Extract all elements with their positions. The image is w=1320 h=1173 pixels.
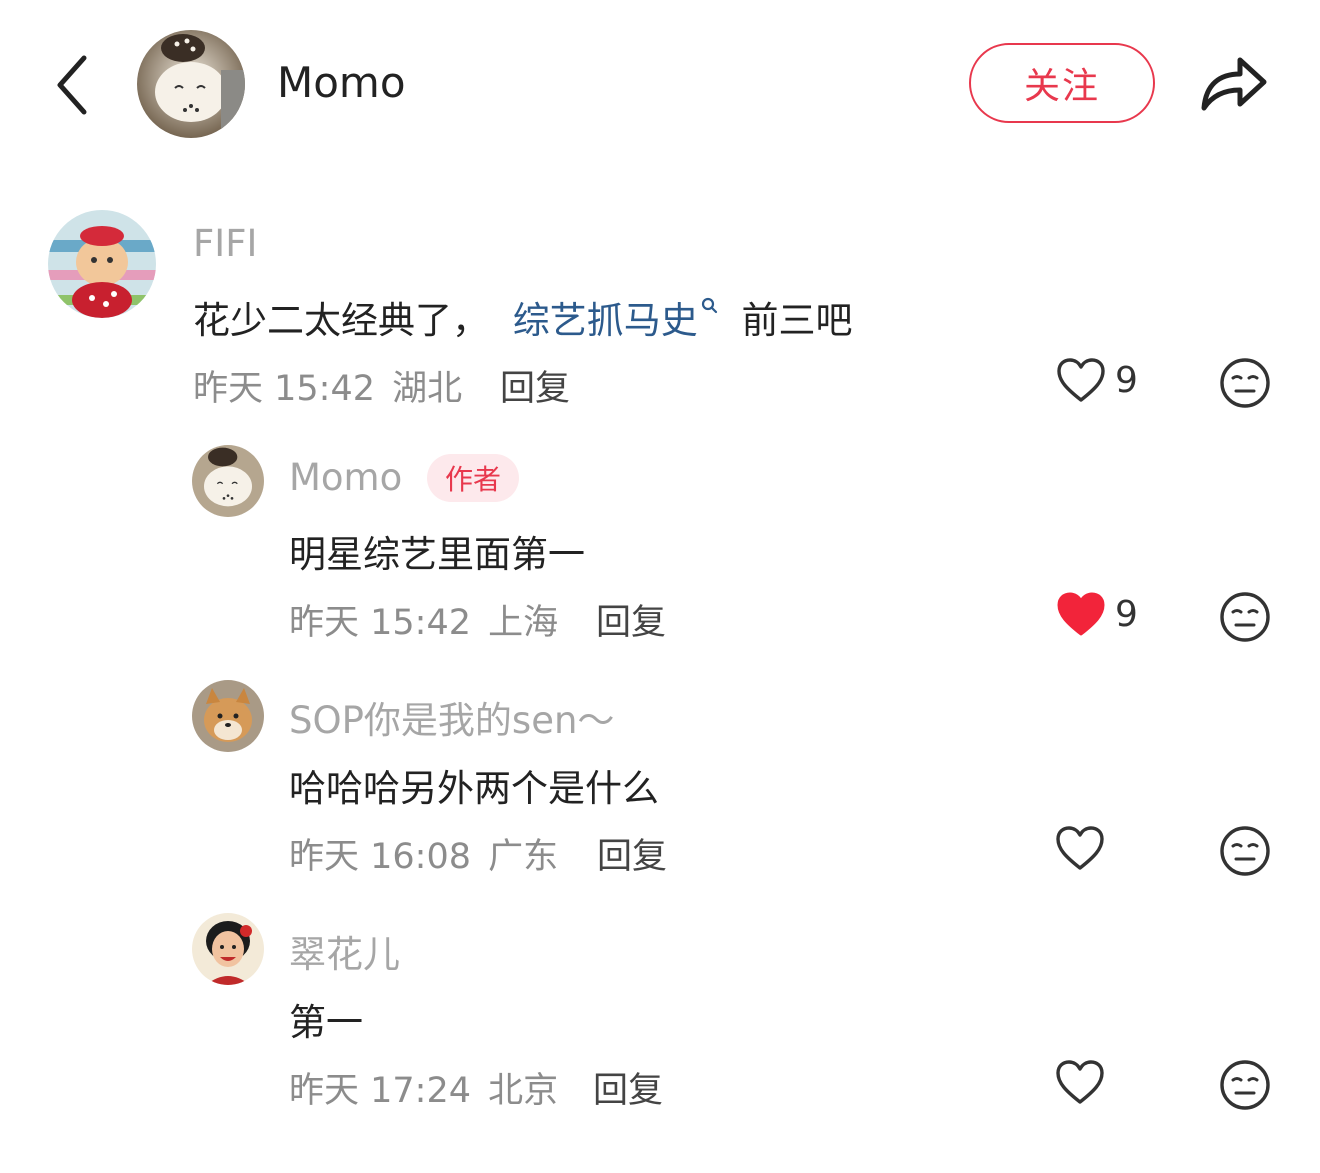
comment-time: 昨天 17:24 bbox=[289, 1071, 471, 1111]
topic-link[interactable]: 综艺抓马史 bbox=[512, 297, 718, 342]
dislike-button[interactable] bbox=[1218, 824, 1272, 882]
reply-button[interactable]: 回复 bbox=[596, 594, 666, 645]
comment-time: 昨天 16:08 bbox=[289, 837, 471, 877]
bottom-fade bbox=[0, 1125, 1320, 1173]
comment-location: 北京 bbox=[488, 1071, 559, 1111]
comment-meta: 昨天 17:24 北京 bbox=[289, 1062, 558, 1113]
user-avatar[interactable] bbox=[192, 445, 264, 517]
author-avatar[interactable] bbox=[137, 30, 245, 138]
topic-link-label: 综艺抓马史 bbox=[512, 299, 698, 342]
like-button[interactable] bbox=[1054, 1058, 1106, 1106]
heart-outline-icon bbox=[1056, 1060, 1104, 1104]
meh-face-icon bbox=[1220, 592, 1270, 642]
like-count: 9 bbox=[1115, 593, 1138, 635]
like-count: 9 bbox=[1115, 359, 1138, 401]
follow-button[interactable]: 关注 bbox=[969, 43, 1155, 123]
reply-button[interactable]: 回复 bbox=[593, 1062, 663, 1113]
comment-meta: 昨天 16:08 广东 bbox=[289, 828, 558, 879]
comment-username[interactable]: FIFI bbox=[193, 222, 257, 265]
comment-time: 昨天 15:42 bbox=[193, 369, 375, 409]
comment-text: 第一 bbox=[289, 1001, 363, 1044]
search-icon bbox=[701, 297, 717, 314]
heart-outline-icon bbox=[1057, 358, 1105, 402]
comment-text-after: 前三吧 bbox=[741, 299, 853, 342]
dislike-button[interactable] bbox=[1218, 1058, 1272, 1116]
like-button[interactable]: 9 bbox=[1055, 356, 1138, 404]
comment-text: 哈哈哈另外两个是什么 bbox=[289, 767, 659, 810]
comment-meta: 昨天 15:42 湖北 bbox=[193, 360, 462, 411]
comment-username[interactable]: 翠花儿 bbox=[289, 924, 400, 978]
comment-text: 花少二太经典了， 综艺抓马史 前三吧 bbox=[193, 290, 853, 344]
comment-text: 明星综艺里面第一 bbox=[289, 533, 585, 576]
chevron-left-icon bbox=[57, 55, 87, 115]
comment-meta: 昨天 15:42 上海 bbox=[289, 594, 558, 645]
dislike-button[interactable] bbox=[1218, 590, 1272, 648]
reply-button[interactable]: 回复 bbox=[500, 360, 570, 411]
share-arrow-icon bbox=[1201, 57, 1267, 111]
reply-button[interactable]: 回复 bbox=[597, 828, 667, 879]
share-button[interactable] bbox=[1196, 48, 1270, 116]
meh-face-icon bbox=[1220, 1060, 1270, 1110]
dislike-button[interactable] bbox=[1218, 356, 1272, 414]
user-avatar[interactable] bbox=[192, 680, 264, 752]
heart-outline-icon bbox=[1056, 826, 1104, 870]
comment-location: 湖北 bbox=[392, 369, 463, 409]
comment-location: 上海 bbox=[488, 603, 559, 643]
meh-face-icon bbox=[1220, 826, 1270, 876]
user-avatar[interactable] bbox=[192, 913, 264, 985]
page-title: Momo bbox=[277, 58, 406, 107]
comment-location: 广东 bbox=[488, 837, 559, 877]
comment-username[interactable]: SOP你是我的sen～ bbox=[289, 690, 614, 744]
comment-time: 昨天 15:42 bbox=[289, 603, 471, 643]
like-button[interactable]: 9 bbox=[1055, 590, 1138, 638]
heart-filled-icon bbox=[1057, 592, 1105, 636]
comment-text-before: 花少二太经典了， bbox=[193, 299, 489, 342]
comment-username[interactable]: Momo bbox=[289, 456, 402, 499]
user-avatar[interactable] bbox=[48, 210, 156, 318]
meh-face-icon bbox=[1220, 358, 1270, 408]
back-button[interactable] bbox=[50, 50, 100, 120]
author-badge: 作者 bbox=[427, 454, 520, 502]
like-button[interactable] bbox=[1054, 824, 1106, 872]
